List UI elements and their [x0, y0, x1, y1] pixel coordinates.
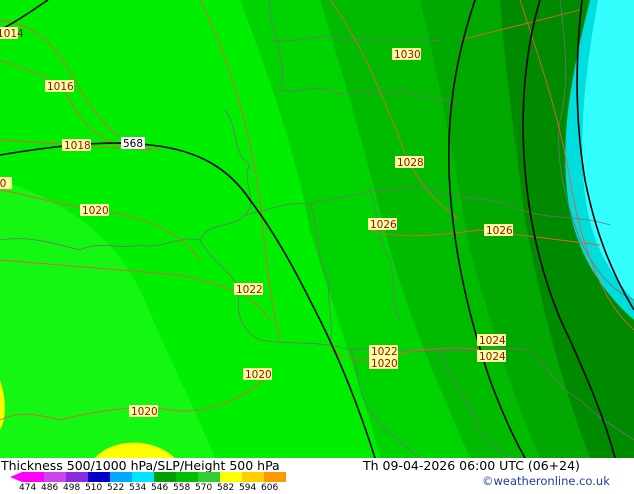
isobar-label: 1026 — [484, 224, 513, 237]
scale-tick-label: 486 — [41, 483, 58, 490]
svg-text:1024: 1024 — [479, 351, 506, 363]
scale-swatch — [154, 472, 176, 482]
scale-swatch — [22, 472, 44, 482]
svg-text:1026: 1026 — [486, 225, 513, 237]
scale-tick-label: 558 — [173, 483, 190, 490]
scale-tick-label: 594 — [239, 483, 256, 490]
color-scale-legend: 474 486 498 510 522 534 546 558 570 582 594 606 — [8, 472, 318, 493]
isobar-label: 1020 — [243, 368, 272, 381]
thickness-bands — [0, 0, 634, 458]
isobar-label: 1014 — [0, 27, 24, 40]
isobar-label: 1020 — [369, 357, 398, 370]
credit-link[interactable]: ©weatheronline.co.uk — [482, 474, 610, 488]
isobar-label: 1022 — [234, 283, 263, 296]
isobar-label: 1024 — [477, 350, 506, 363]
height-label: 568 — [121, 137, 145, 150]
scale-swatch — [88, 472, 110, 482]
isobar-label: 1020 — [129, 405, 158, 418]
scale-swatch — [264, 472, 286, 482]
scale-tick-label: 498 — [63, 483, 80, 490]
scale-swatch — [242, 472, 264, 482]
svg-text:1022: 1022 — [236, 284, 263, 296]
forecast-datetime: Th 09-04-2026 06:00 UTC (06+24) — [363, 458, 580, 473]
scale-tick-label: 522 — [107, 483, 124, 490]
svg-text:1020: 1020 — [371, 358, 398, 370]
isobar-label: 1024 — [477, 334, 506, 347]
isobar-label: 1030 — [392, 48, 421, 61]
svg-text:1024: 1024 — [479, 335, 506, 347]
map-title: Thickness 500/1000 hPa/SLP/Height 500 hP… — [1, 458, 280, 473]
svg-text:568: 568 — [123, 138, 143, 150]
svg-text:1016: 1016 — [47, 81, 74, 93]
isobar-label: 1022 — [369, 345, 398, 358]
isobar-label: 1028 — [395, 156, 424, 169]
scale-swatch — [220, 472, 242, 482]
map-footer: Thickness 500/1000 hPa/SLP/Height 500 hP… — [0, 458, 634, 493]
isobar-label: 1016 — [45, 80, 74, 93]
svg-text:1014: 1014 — [0, 28, 24, 40]
isobar-label: 1026 — [368, 218, 397, 231]
scale-swatch — [198, 472, 220, 482]
scale-swatch — [132, 472, 154, 482]
scale-tick-label: 534 — [129, 483, 146, 490]
svg-text:1030: 1030 — [394, 49, 421, 61]
scale-arrow — [10, 472, 22, 482]
svg-text:1020: 1020 — [82, 205, 109, 217]
scale-tick-label: 510 — [85, 483, 102, 490]
svg-text:1020: 1020 — [245, 369, 272, 381]
scale-tick-label: 474 — [19, 483, 36, 490]
scale-swatch — [44, 472, 66, 482]
scale-tick-label: 606 — [261, 483, 278, 490]
svg-text:1020: 1020 — [131, 406, 158, 418]
scale-tick-label: 546 — [151, 483, 168, 490]
scale-swatch — [176, 472, 198, 482]
scale-swatch — [66, 472, 88, 482]
scale-tick-label: 570 — [195, 483, 212, 490]
weather-map: 1014 1016 1018 20 1020 1022 1020 1020 10… — [0, 0, 634, 458]
svg-text:1018: 1018 — [64, 140, 91, 152]
isobar-label: 20 — [0, 177, 12, 190]
svg-text:1028: 1028 — [397, 157, 424, 169]
isobar-label: 1018 — [62, 139, 91, 152]
isobar-label: 1020 — [80, 204, 109, 217]
scale-swatch — [110, 472, 132, 482]
scale-tick-label: 582 — [217, 483, 234, 490]
svg-text:20: 20 — [0, 178, 6, 190]
svg-text:1022: 1022 — [371, 346, 398, 358]
svg-text:1026: 1026 — [370, 219, 397, 231]
